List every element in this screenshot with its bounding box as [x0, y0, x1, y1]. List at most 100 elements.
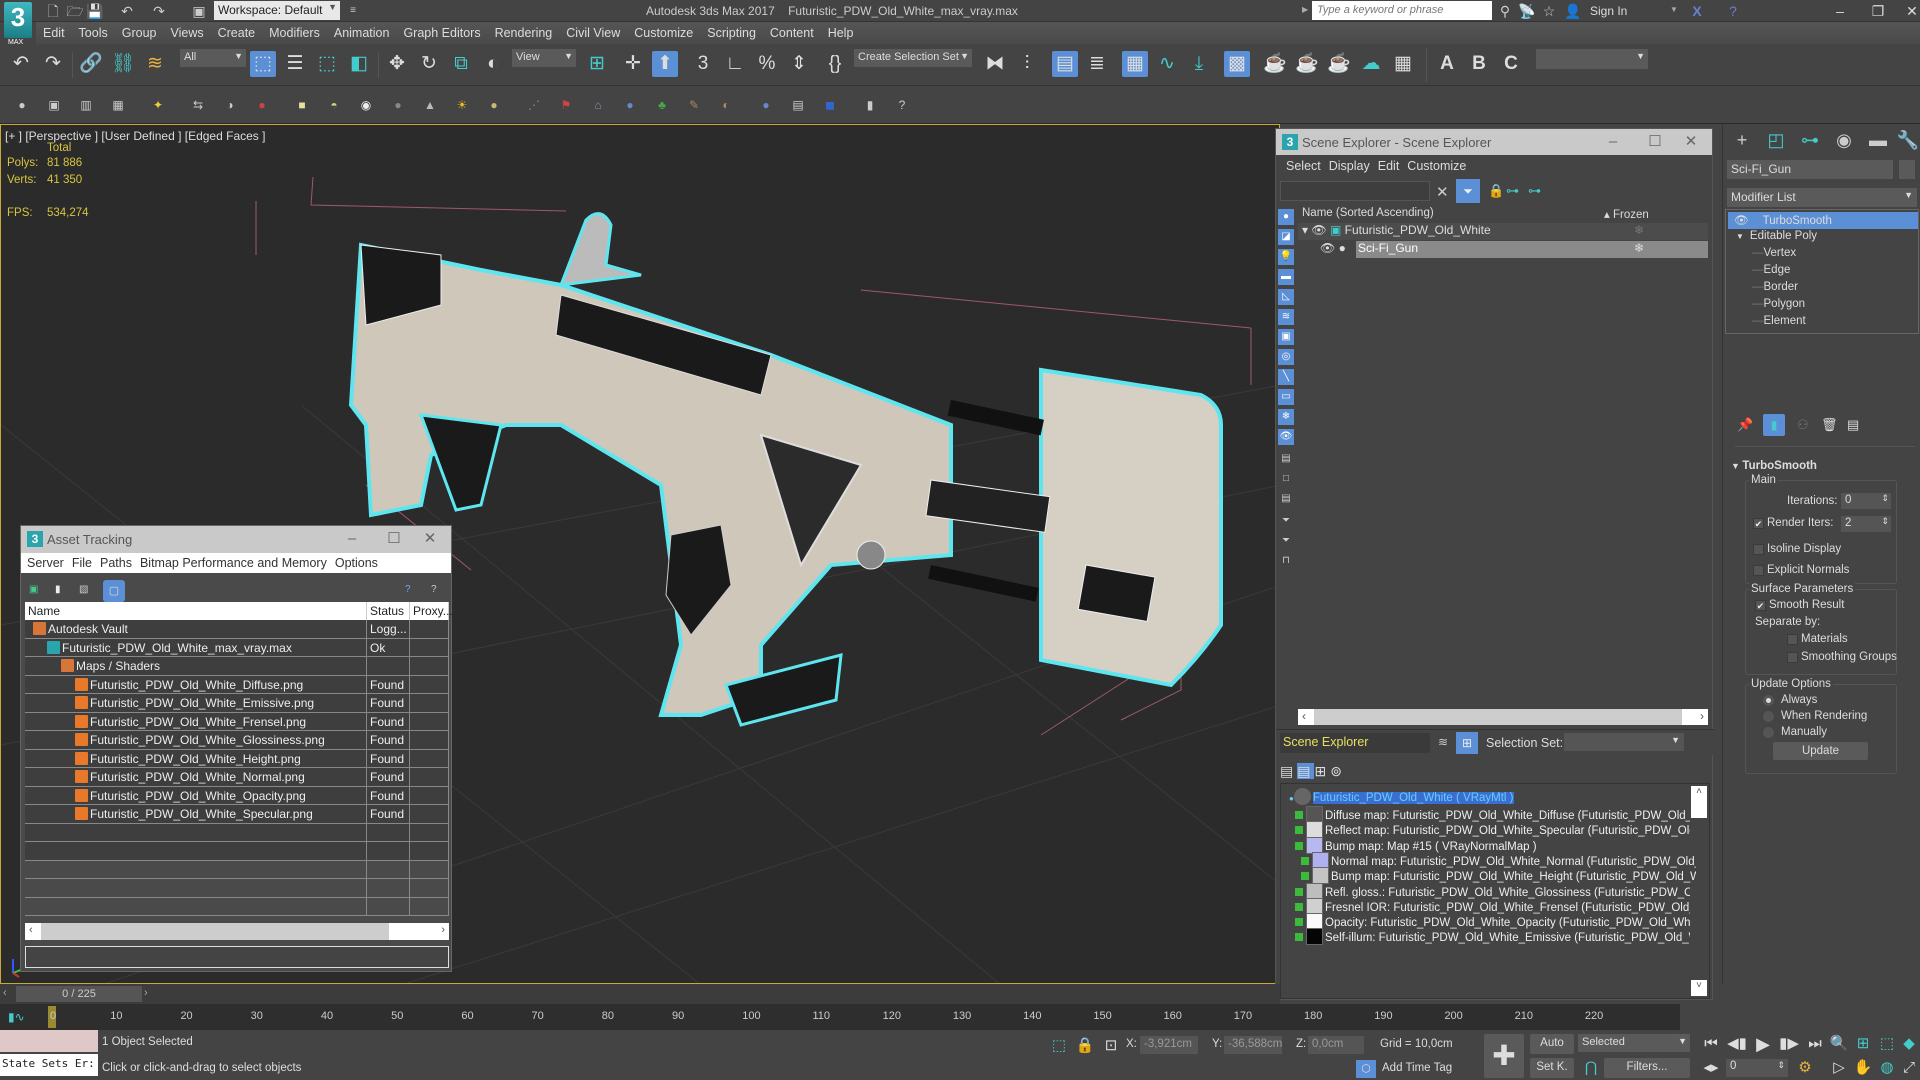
play-icon[interactable]: ▶ [1752, 1034, 1774, 1054]
orbit-icon[interactable]: ◍ [1876, 1058, 1898, 1078]
render-cloud-icon[interactable]: ☁ [1358, 51, 1384, 77]
zoom-all-icon[interactable]: ⊞ [1852, 1034, 1874, 1054]
modifier-stack-item[interactable]: —Element [1728, 314, 1918, 331]
menu-paths[interactable]: Paths [96, 556, 136, 570]
snaps-toggle-icon[interactable]: 3 [690, 51, 716, 77]
asset-path-field[interactable] [25, 946, 449, 968]
menu-customize[interactable]: Customize [1403, 159, 1470, 173]
field-of-view-icon[interactable]: ▷ [1828, 1058, 1850, 1078]
zoom-icon[interactable]: 🔍 [1828, 1034, 1850, 1054]
filter-icon[interactable]: ⏷ [1456, 179, 1480, 203]
current-frame-field[interactable]: 0 ⇕ [1726, 1059, 1788, 1077]
asset-row[interactable]: Futuristic_PDW_Old_White_Height.png Found [25, 749, 449, 768]
rendered-frame-window-icon[interactable]: ☕ [1294, 51, 1320, 77]
modifier-stack-item[interactable]: ▼ Editable Poly [1728, 229, 1918, 246]
tree-node[interactable]: ▾ 👁 ▣ Futuristic_PDW_Old_White ❄ [1298, 223, 1708, 240]
chevron-down-icon[interactable]: ▼ [1670, 5, 1678, 14]
menu-tools[interactable]: Tools [72, 22, 115, 44]
configure-modifier-sets-icon[interactable]: ▤ [1847, 417, 1859, 433]
undo-icon[interactable]: ↶ [118, 2, 136, 20]
link-icon[interactable]: 🔗 [78, 51, 104, 77]
scroll-left-icon[interactable]: ‹ [1302, 709, 1306, 723]
scene-explorer-titlebar[interactable]: 3 Scene Explorer - Scene Explorer – ☐ ✕ [1276, 129, 1712, 155]
table-view-icon[interactable]: ▧ [79, 584, 93, 598]
align-icon[interactable]: ⫶ [1014, 51, 1040, 77]
asset-row[interactable]: Futuristic_PDW_Old_White_Specular.png Fou… [25, 805, 449, 824]
invert-display-icon[interactable]: ▤ [1278, 491, 1294, 507]
redo-icon[interactable]: ↷ [150, 2, 168, 20]
tree-view-icon[interactable]: ▤ [1297, 763, 1315, 779]
update-always-radio[interactable] [1763, 695, 1774, 706]
menu-rendering[interactable]: Rendering [488, 22, 560, 44]
preset-c-icon[interactable]: C [1498, 51, 1524, 77]
menu-customize[interactable]: Customize [627, 22, 700, 44]
minimize-button[interactable]: – [1820, 1, 1860, 21]
new-file-icon[interactable]: 🗋 [44, 2, 62, 20]
plane-icon[interactable]: ■ [294, 97, 310, 113]
make-unique-icon[interactable]: ⚇ [1797, 417, 1809, 433]
material-map-row[interactable]: Self-illum: Futuristic_PDW_Old_White_Emi… [1295, 928, 1690, 946]
menu-display[interactable]: Display [1325, 159, 1374, 173]
angle-snap-icon[interactable]: ∟ [722, 51, 748, 77]
scroll-down-button[interactable]: ˅ [1691, 980, 1707, 996]
find-input[interactable] [1280, 181, 1430, 201]
curve-editor-icon[interactable]: ∿ [1154, 51, 1180, 77]
clear-find-icon[interactable]: ✕ [1436, 183, 1449, 201]
modifier-stack-item[interactable]: 👁 TurboSmooth [1728, 212, 1918, 229]
update-when-rendering-radio[interactable] [1763, 711, 1774, 722]
hierarchy-view-icon[interactable]: ⊞ [1456, 732, 1478, 754]
spinner-arrows-icon[interactable]: ⇕ [1777, 1060, 1785, 1071]
pan-view-icon[interactable]: ✋ [1852, 1058, 1874, 1078]
visibility-eye-icon[interactable]: 👁 [1308, 223, 1326, 237]
y-coordinate-field[interactable]: -36,588cm [1224, 1036, 1282, 1054]
filter-icon[interactable]: ⏷ [1278, 533, 1294, 549]
asset-row[interactable]: Futuristic_PDW_Old_White_Opacity.png Foun… [25, 786, 449, 805]
camera-icon[interactable]: ● [254, 97, 270, 113]
panel-icon[interactable]: ▥ [78, 97, 94, 113]
layer-explorer-icon[interactable]: ≣ [1084, 51, 1110, 77]
teapot-object-icon[interactable]: ● [390, 97, 406, 113]
spot-light-icon[interactable]: ▲ [422, 97, 438, 113]
toggle-ribbon-icon[interactable]: ▦ [1122, 51, 1148, 77]
tool-icon[interactable]: ▤ [790, 97, 806, 113]
quick-access-menu-icon[interactable]: ≡ [344, 2, 362, 20]
open-file-icon[interactable]: 🗁 [66, 2, 84, 20]
column-name[interactable]: Name (Sorted Ascending) [1302, 207, 1434, 219]
tool-icon[interactable]: ✎ [686, 97, 702, 113]
modifier-stack-item[interactable]: —Border [1728, 280, 1918, 297]
tool-icon[interactable]: ◼ [822, 97, 838, 113]
modifier-stack-item[interactable]: —Vertex [1728, 246, 1918, 263]
scale-icon[interactable]: ⧉ [448, 51, 474, 77]
column-proxy[interactable]: Proxy... [410, 602, 453, 620]
frozen-toggle-icon[interactable]: ❄ [1634, 223, 1644, 237]
display-geometry-icon[interactable]: ● [1278, 209, 1294, 225]
light-lister-icon[interactable]: ✦ [150, 97, 166, 113]
help-icon[interactable]: ? [894, 97, 910, 113]
curve-editor-mini-icon[interactable]: ▮∿ [8, 1010, 25, 1024]
select-by-name-icon[interactable]: ☰ [282, 51, 308, 77]
sign-in-button[interactable]: Sign In [1590, 4, 1627, 18]
container-icon[interactable]: ⊓ [1278, 553, 1294, 569]
search-expand-icon[interactable]: ▶ [1302, 5, 1308, 14]
window-crossing-icon[interactable]: ◧ [346, 51, 372, 77]
tool-icon[interactable]: ⚑ [558, 97, 574, 113]
grid-view-icon[interactable]: ⊞ [1314, 763, 1330, 779]
favorites-star-icon[interactable]: ☆ [1540, 2, 1558, 20]
bind-space-warp-icon[interactable]: ≋ [142, 51, 168, 77]
list-view-icon[interactable]: ▮ [55, 584, 69, 598]
menu-animation[interactable]: Animation [327, 22, 397, 44]
column-status[interactable]: Status [367, 602, 410, 620]
tool-icon[interactable]: ◑ [222, 97, 238, 113]
mirror-icon[interactable]: ⧓ [982, 51, 1008, 77]
dome-light-icon[interactable]: ◓ [326, 97, 342, 113]
display-lights-icon[interactable]: 💡 [1278, 249, 1294, 265]
select-object-icon[interactable]: ⬚ [250, 51, 276, 77]
material-root[interactable]: ● Futuristic_PDW_Old_White ( VRayMtl ) [1289, 788, 1684, 806]
menu-edit[interactable]: Edit [36, 22, 72, 44]
pivot-center-icon[interactable]: ⊞ [584, 51, 610, 77]
select-manipulate-icon[interactable]: ✛ [620, 51, 646, 77]
scrollbar-thumb[interactable] [1314, 709, 1682, 725]
isolate-selection-icon[interactable]: ⬚ [1048, 1036, 1070, 1056]
hierarchy-icon[interactable]: ⊶ [1528, 183, 1541, 199]
modifier-stack-item[interactable]: —Polygon [1728, 297, 1918, 314]
